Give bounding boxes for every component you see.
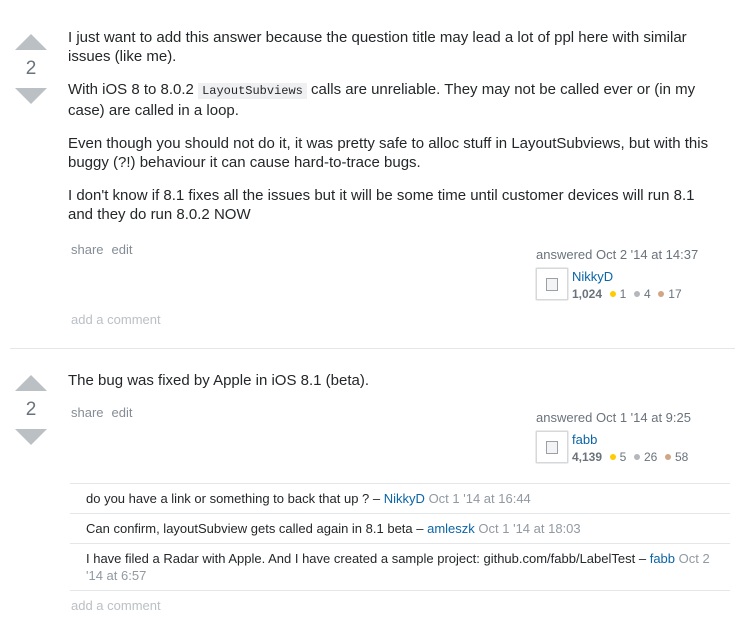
vote-down-icon[interactable] bbox=[15, 429, 47, 445]
paragraph: With iOS 8 to 8.0.2 LayoutSubviews calls… bbox=[68, 80, 718, 120]
post-menu: share edit bbox=[71, 242, 141, 257]
avatar[interactable] bbox=[536, 268, 568, 300]
gold-count: 5 bbox=[619, 450, 627, 464]
gold-badge-icon bbox=[609, 291, 616, 297]
answered-time: answered Oct 1 '14 at 9:25 bbox=[536, 410, 691, 425]
user-signature: answered Oct 1 '14 at 9:25 fabb 4,139 5 … bbox=[536, 410, 736, 466]
silver-badge-icon bbox=[633, 291, 640, 297]
silver-count: 4 bbox=[643, 287, 651, 301]
vote-cell: 2 bbox=[10, 375, 52, 445]
share-link[interactable]: share bbox=[71, 405, 104, 420]
post-menu: share edit bbox=[71, 405, 141, 420]
vote-cell: 2 bbox=[10, 34, 52, 104]
gold-badge: 5 bbox=[609, 450, 627, 464]
vote-count: 2 bbox=[25, 58, 37, 79]
paragraph-text: I just want to add this answer because t… bbox=[68, 29, 687, 65]
vote-up-icon[interactable] bbox=[15, 34, 47, 50]
add-comment-link[interactable]: add a comment bbox=[71, 598, 161, 613]
comment-date[interactable]: Oct 1 '14 at 16:44 bbox=[429, 491, 531, 506]
gold-badge: 1 bbox=[609, 287, 627, 301]
bronze-badge-icon bbox=[658, 291, 665, 297]
bronze-badge: 58 bbox=[664, 450, 689, 464]
user-name-link[interactable]: fabb bbox=[572, 432, 597, 447]
paragraph: Even though you should not do it, it was… bbox=[68, 134, 718, 172]
reputation: 4,139 bbox=[572, 450, 603, 464]
broken-image-icon bbox=[546, 441, 558, 454]
comment: I have filed a Radar with Apple. And I h… bbox=[70, 543, 730, 591]
paragraph: The bug was fixed by Apple in iOS 8.1 (b… bbox=[68, 372, 370, 389]
avatar[interactable] bbox=[536, 431, 568, 463]
share-link[interactable]: share bbox=[71, 242, 104, 257]
silver-badge-icon bbox=[633, 454, 640, 460]
silver-badge: 4 bbox=[633, 287, 651, 301]
bronze-count: 17 bbox=[668, 287, 682, 301]
inline-code: LayoutSubviews bbox=[198, 83, 307, 99]
paragraph-text: Even though you should not do it, it was… bbox=[68, 135, 709, 171]
add-comment-link[interactable]: add a comment bbox=[71, 312, 161, 327]
user-details: NikkyD 1,024 1 4 17 bbox=[572, 268, 682, 303]
post-body: The bug was fixed by Apple in iOS 8.1 (b… bbox=[68, 371, 718, 404]
gold-count: 1 bbox=[619, 287, 627, 301]
comment-user-link[interactable]: amleszk bbox=[427, 521, 475, 536]
edit-link[interactable]: edit bbox=[112, 405, 133, 420]
comment-text: do you have a link or something to back … bbox=[86, 491, 381, 506]
gold-badge-icon bbox=[609, 454, 616, 460]
comment-user-link[interactable]: NikkyD bbox=[384, 491, 425, 506]
paragraph: I don't know if 8.1 fixes all the issues… bbox=[68, 186, 718, 224]
answer-divider bbox=[10, 348, 735, 349]
reputation: 1,024 bbox=[572, 287, 603, 301]
silver-count: 26 bbox=[643, 450, 658, 464]
vote-down-icon[interactable] bbox=[15, 88, 47, 104]
broken-image-icon bbox=[546, 278, 558, 291]
bronze-badge: 17 bbox=[658, 287, 682, 301]
post-body: I just want to add this answer because t… bbox=[68, 28, 718, 238]
paragraph: I just want to add this answer because t… bbox=[68, 28, 718, 66]
edit-link[interactable]: edit bbox=[112, 242, 133, 257]
answered-time: answered Oct 2 '14 at 14:37 bbox=[536, 247, 699, 262]
user-info: NikkyD 1,024 1 4 17 bbox=[536, 268, 736, 303]
comment: do you have a link or something to back … bbox=[70, 483, 730, 513]
paragraph-text: With iOS 8 to 8.0.2 bbox=[68, 81, 199, 98]
user-signature: answered Oct 2 '14 at 14:37 NikkyD 1,024… bbox=[536, 247, 736, 303]
vote-up-icon[interactable] bbox=[15, 375, 47, 391]
comment-user-link[interactable]: fabb bbox=[650, 551, 675, 566]
bronze-count: 58 bbox=[674, 450, 689, 464]
comment-text: Can confirm, layoutSubview gets called a… bbox=[86, 521, 424, 536]
silver-badge: 26 bbox=[633, 450, 658, 464]
user-info: fabb 4,139 5 26 58 bbox=[536, 431, 736, 466]
paragraph-text: I don't know if 8.1 fixes all the issues… bbox=[68, 187, 695, 223]
bronze-badge-icon bbox=[664, 454, 671, 460]
comments-list: do you have a link or something to back … bbox=[70, 483, 730, 591]
user-details: fabb 4,139 5 26 58 bbox=[572, 431, 688, 466]
user-name-link[interactable]: NikkyD bbox=[572, 269, 613, 284]
vote-count: 2 bbox=[25, 399, 37, 420]
comment: Can confirm, layoutSubview gets called a… bbox=[70, 513, 730, 543]
comment-text: I have filed a Radar with Apple. And I h… bbox=[86, 551, 647, 566]
comment-date[interactable]: Oct 1 '14 at 18:03 bbox=[478, 521, 580, 536]
